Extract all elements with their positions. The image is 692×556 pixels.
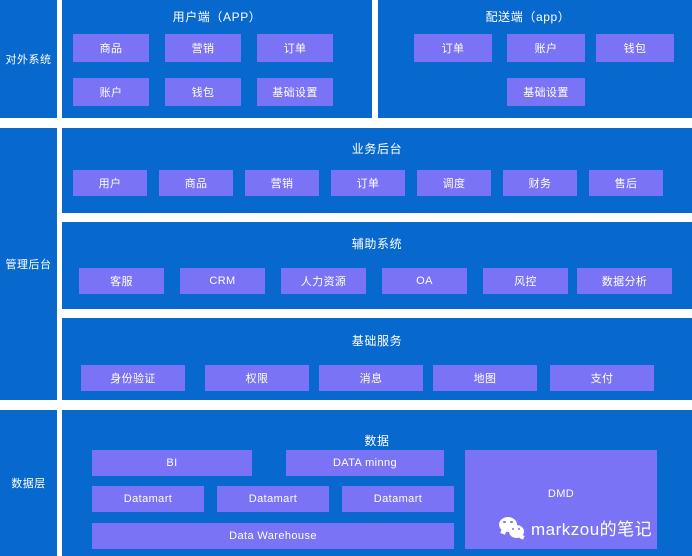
module-business-user[interactable]: 用户 — [73, 170, 147, 196]
module-delivery-app-basic-settings[interactable]: 基础设置 — [507, 78, 585, 106]
module-auxiliary-customer-service[interactable]: 客服 — [79, 268, 164, 294]
sidebar-label-data-layer-text: 数据层 — [11, 478, 46, 490]
panel-auxiliary-systems: 辅助系统 客服 CRM 人力资源 OA 风控 数据分析 — [62, 222, 692, 309]
module-user-app-order[interactable]: 订单 — [257, 34, 333, 62]
module-delivery-app-account[interactable]: 账户 — [507, 34, 585, 62]
module-data-dmd-label: DMD — [547, 488, 575, 500]
architecture-diagram: 对外系统 用户端（APP） 商品 营销 订单 账户 钱包 基础设置 配送端（ap… — [0, 0, 692, 556]
panel-business-backend: 业务后台 用户 商品 营销 订单 调度 财务 售后 — [62, 128, 692, 213]
module-business-goods[interactable]: 商品 — [159, 170, 233, 196]
panel-user-app: 用户端（APP） 商品 营销 订单 账户 钱包 基础设置 — [62, 0, 372, 118]
panel-title-auxiliary-systems: 辅助系统 — [351, 237, 403, 251]
panel-title-business-backend: 业务后台 — [351, 142, 403, 156]
module-auxiliary-oa[interactable]: OA — [382, 268, 467, 294]
panel-title-data: 数据 — [364, 434, 390, 448]
module-basic-map[interactable]: 地图 — [433, 365, 537, 391]
module-business-dispatch[interactable]: 调度 — [417, 170, 491, 196]
sidebar-label-admin-backend: 管理后台 — [0, 128, 57, 400]
module-user-app-wallet[interactable]: 钱包 — [165, 78, 241, 106]
module-delivery-app-order[interactable]: 订单 — [414, 34, 492, 62]
module-user-app-goods[interactable]: 商品 — [73, 34, 149, 62]
module-user-app-basic-settings[interactable]: 基础设置 — [257, 78, 333, 106]
module-business-marketing[interactable]: 营销 — [245, 170, 319, 196]
module-data-datamart-2[interactable]: Datamart — [217, 486, 329, 512]
module-data-bi[interactable]: BI — [92, 450, 252, 476]
module-business-finance[interactable]: 财务 — [503, 170, 577, 196]
module-delivery-app-wallet[interactable]: 钱包 — [596, 34, 674, 62]
sidebar-label-admin-backend-text: 管理后台 — [5, 259, 52, 271]
module-auxiliary-risk-control[interactable]: 风控 — [483, 268, 568, 294]
module-user-app-marketing[interactable]: 营销 — [165, 34, 241, 62]
module-basic-message[interactable]: 消息 — [319, 365, 423, 391]
module-basic-payment[interactable]: 支付 — [550, 365, 654, 391]
module-data-data-warehouse[interactable]: Data Warehouse — [92, 523, 454, 549]
module-data-datamart-1[interactable]: Datamart — [92, 486, 204, 512]
sidebar-label-external-systems: 对外系统 — [0, 0, 57, 118]
module-auxiliary-hr[interactable]: 人力资源 — [281, 268, 366, 294]
panel-basic-services: 基础服务 身份验证 权限 消息 地图 支付 — [62, 318, 692, 400]
panel-title-delivery-app: 配送端（app） — [485, 10, 571, 24]
module-basic-authentication[interactable]: 身份验证 — [81, 365, 185, 391]
module-auxiliary-crm[interactable]: CRM — [180, 268, 265, 294]
panel-title-basic-services: 基础服务 — [351, 334, 403, 348]
module-auxiliary-data-analysis[interactable]: 数据分析 — [577, 268, 672, 294]
module-data-data-mining[interactable]: DATA minng — [286, 450, 444, 476]
module-user-app-account[interactable]: 账户 — [73, 78, 149, 106]
panel-delivery-app: 配送端（app） 订单 账户 钱包 基础设置 — [378, 0, 692, 118]
panel-title-user-app: 用户端（APP） — [172, 10, 262, 24]
panel-data: 数据 BI DATA minng Datamart Datamart Datam… — [62, 410, 692, 556]
module-business-after-sales[interactable]: 售后 — [589, 170, 663, 196]
sidebar-label-external-systems-text: 对外系统 — [5, 54, 52, 66]
module-data-dmd[interactable]: DMD — [465, 450, 657, 549]
module-data-datamart-3[interactable]: Datamart — [342, 486, 454, 512]
module-basic-permission[interactable]: 权限 — [205, 365, 309, 391]
module-business-order[interactable]: 订单 — [331, 170, 405, 196]
sidebar-label-data-layer: 数据层 — [0, 410, 57, 556]
